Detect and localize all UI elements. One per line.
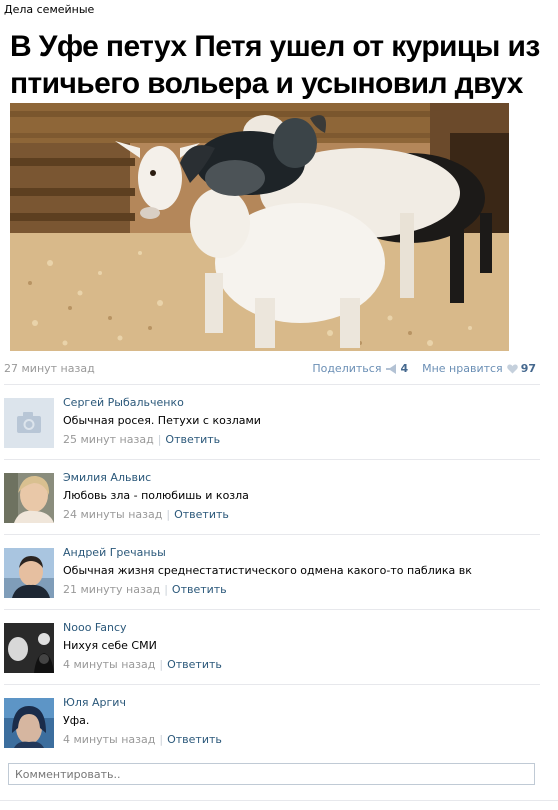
comment-author[interactable]: Nooo Fancy: [63, 621, 127, 634]
separator: |: [159, 733, 164, 746]
like-button[interactable]: Мне нравится 97: [422, 362, 536, 375]
comment-footer: 4 минуты назад | Ответить: [63, 658, 222, 671]
comment-item: Юля Аргич Уфа. 4 минуты назад | Ответить: [4, 684, 540, 759]
comment-item: Сергей Рыбальченко Обычная росея. Петухи…: [4, 384, 540, 459]
separator: |: [164, 583, 168, 596]
post-photo[interactable]: [10, 103, 509, 351]
divider: [0, 800, 558, 801]
separator: |: [166, 508, 171, 521]
user-photo: [4, 548, 54, 598]
post-actions: Поделиться 4 Мне нравится 97: [312, 362, 536, 375]
reply-button[interactable]: Ответить: [167, 733, 222, 746]
avatar[interactable]: [4, 698, 54, 748]
user-photo: [4, 698, 54, 748]
comment-input[interactable]: [8, 763, 535, 785]
user-photo: [4, 473, 54, 523]
avatar[interactable]: [4, 623, 54, 673]
comment-item: Андрей Гречаньы Обычная жизня среднестат…: [4, 534, 540, 609]
post-time[interactable]: 27 минут назад: [4, 362, 95, 375]
group-name[interactable]: Дела семейные: [4, 3, 94, 16]
reply-button[interactable]: Ответить: [165, 433, 220, 446]
comment-text: Уфа.: [63, 714, 90, 727]
comment-author[interactable]: Эмилия Альвис: [63, 471, 151, 484]
share-button[interactable]: Поделиться 4: [312, 362, 408, 375]
like-label: Мне нравится: [422, 362, 503, 375]
comment-text: Обычная росея. Петухи с козлами: [63, 414, 261, 427]
comment-footer: 21 минуту назад | Ответить: [63, 583, 227, 596]
comment-text: Любовь зла - полюбишь и козла: [63, 489, 249, 502]
comment-footer: 4 минуты назад | Ответить: [63, 733, 222, 746]
user-photo: [4, 623, 54, 673]
separator: |: [157, 433, 162, 446]
heart-icon: [506, 364, 518, 373]
like-count: 97: [520, 362, 536, 375]
comment-time[interactable]: 25 минут назад: [63, 433, 154, 446]
avatar[interactable]: [4, 548, 54, 598]
avatar[interactable]: [4, 398, 54, 448]
reply-button[interactable]: Ответить: [167, 658, 222, 671]
separator: |: [159, 658, 164, 671]
share-label: Поделиться: [312, 362, 382, 375]
avatar[interactable]: [4, 473, 54, 523]
comment-text: Нихуя себе СМИ: [63, 639, 157, 652]
comment-author[interactable]: Сергей Рыбальченко: [63, 396, 184, 409]
camera-placeholder-icon: [4, 398, 54, 448]
comment-footer: 25 минут назад | Ответить: [63, 433, 220, 446]
comment-text: Обычная жизня среднестатистического одме…: [63, 564, 472, 577]
reply-button[interactable]: Ответить: [174, 508, 229, 521]
comment-time[interactable]: 21 минуту назад: [63, 583, 160, 596]
share-count: 4: [400, 362, 409, 375]
comment-item: Nooo Fancy Нихуя себе СМИ 4 минуты назад…: [4, 609, 540, 684]
comment-time[interactable]: 4 минуты назад: [63, 733, 155, 746]
comment-author[interactable]: Андрей Гречаньы: [63, 546, 166, 559]
megaphone-icon: [386, 363, 397, 374]
post-meta: 27 минут назад Поделиться 4 Мне нравится…: [4, 362, 536, 376]
comment-time[interactable]: 4 минуты назад: [63, 658, 155, 671]
comment-item: Эмилия Альвис Любовь зла - полюбишь и ко…: [4, 459, 540, 534]
comment-time[interactable]: 24 минуты назад: [63, 508, 162, 521]
reply-button[interactable]: Ответить: [172, 583, 227, 596]
comment-footer: 24 минуты назад | Ответить: [63, 508, 229, 521]
comment-author[interactable]: Юля Аргич: [63, 696, 126, 709]
